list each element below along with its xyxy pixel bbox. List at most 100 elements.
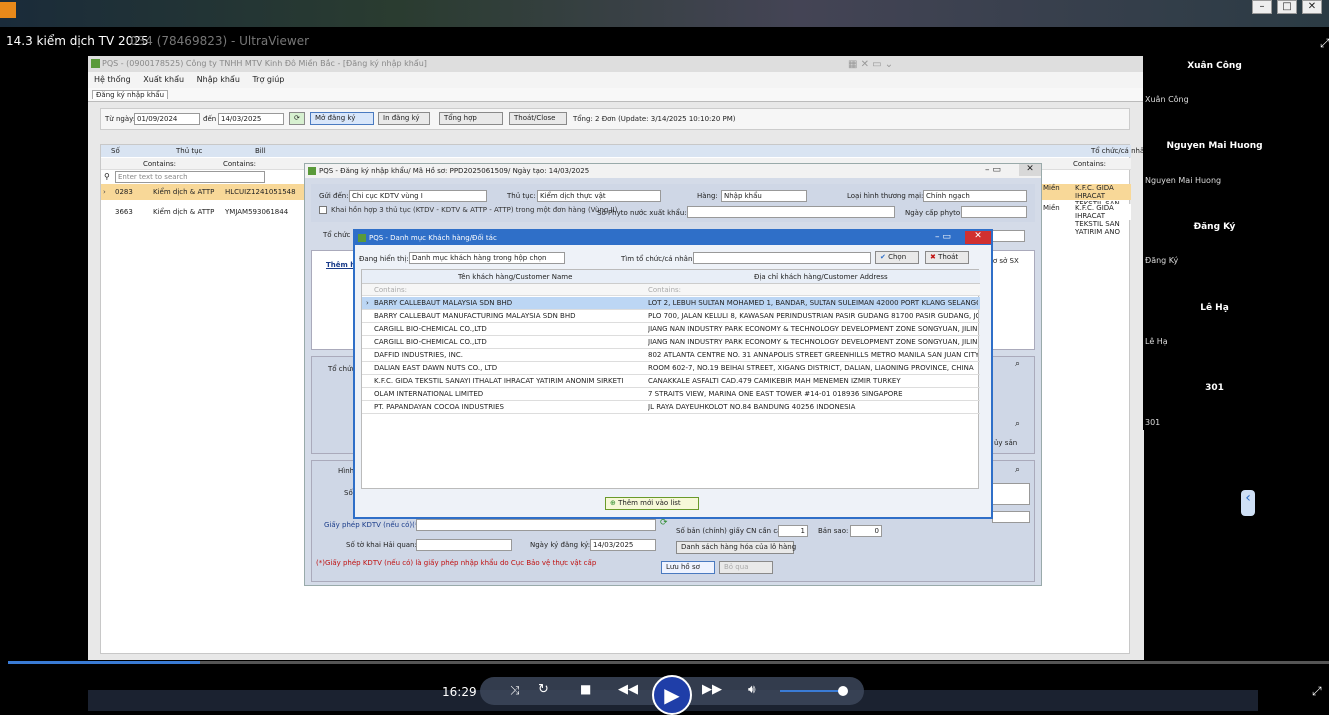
row-pointer-icon: › <box>366 299 369 307</box>
gui-den-select[interactable]: Chi cục KDTV vùng I <box>349 190 487 202</box>
video-title: 14.3 kiểm dịch TV 2025 <box>6 34 149 48</box>
combined-procedure-checkbox[interactable] <box>319 206 327 214</box>
exit-button[interactable]: Thoát/Close <box>509 112 567 125</box>
minimize-icon[interactable]: – <box>1252 0 1272 14</box>
ngay-cap-input[interactable] <box>961 206 1027 218</box>
thoat-button[interactable]: ✖ Thoát <box>925 251 969 264</box>
cell-so: 3663 <box>115 208 133 216</box>
volume-slider[interactable] <box>780 690 846 692</box>
giay-phep-input[interactable] <box>416 519 656 531</box>
cell-so: 0283 <box>115 188 133 196</box>
menu-item-xuat-khau[interactable]: Xuất khẩu <box>143 75 184 84</box>
summary-button[interactable]: Tổng hợp <box>439 112 503 125</box>
ngay-cap-label: Ngày cấp phyto: <box>905 209 963 217</box>
list-item[interactable]: DALIAN EAST DAWN NUTS CO., LTD ROOM 602-7… <box>362 362 980 375</box>
dialog2-window-controls-icon[interactable]: – ▭ <box>935 232 951 242</box>
customer-name: DAFFID INDUSTRIES, INC. <box>374 351 463 359</box>
chon-button[interactable]: ✔ Chọn <box>875 251 919 264</box>
participant-name: Nguyen Mai Huong <box>1166 141 1263 151</box>
expand-icon[interactable]: ⤢ <box>1320 36 1329 51</box>
so-ban-input[interactable]: 1 <box>778 525 808 537</box>
filter-contains-3[interactable]: Contains: <box>1073 160 1106 168</box>
col-header-thu-tuc[interactable]: Thủ tục <box>176 147 202 155</box>
fullscreen-icon[interactable]: ⤢ <box>1312 684 1322 699</box>
dialog-window-controls-icon[interactable]: – ▭ <box>985 165 1001 175</box>
dialog-close-icon[interactable]: ✕ <box>1019 164 1041 176</box>
license-right-input[interactable] <box>992 511 1030 523</box>
list-item[interactable]: › BARRY CALLEBAUT MALAYSIA SDN BHD LOT 2, … <box>362 297 980 310</box>
col-header-to-chuc[interactable]: Tổ chức/cá nhân <box>1091 147 1149 155</box>
customer-address: LOT 2, LEBUH SULTAN MOHAMED 1, BANDAR, S… <box>648 299 978 307</box>
menu-item-tro-giup[interactable]: Trợ giúp <box>252 75 284 84</box>
filter-contains-name[interactable]: Contains: <box>374 286 407 294</box>
to-date-input[interactable]: 14/03/2025 <box>218 113 284 125</box>
menu-item-he-thong[interactable]: Hệ thống <box>94 75 131 84</box>
col-header-so[interactable]: Số <box>111 147 120 155</box>
list-item[interactable]: CARGILL BIO-CHEMICAL CO.,LTD JIANG NAN IN… <box>362 336 980 349</box>
loop-icon[interactable]: ↻ <box>538 682 549 697</box>
binoculars-icon-3[interactable]: ⌕ <box>1015 465 1020 475</box>
add-to-list-button[interactable]: ⊕ Thêm mới vào list <box>605 497 699 510</box>
dang-hien-thi-select[interactable]: Danh mục khách hàng trong hộp chọn <box>409 252 565 264</box>
ngay-ky-input[interactable]: 14/03/2025 <box>590 539 656 551</box>
filter-contains-addr[interactable]: Contains: <box>648 286 681 294</box>
participant-name: 301 <box>1205 383 1224 393</box>
rewind-icon[interactable]: ◀◀ <box>618 682 638 697</box>
volume-icon[interactable]: 🔊︎ <box>748 682 756 697</box>
undo-button[interactable]: Bỏ qua <box>719 561 773 574</box>
window-controls-icon[interactable]: ▦ ✕ ▭ ⌄ <box>848 59 893 70</box>
list-item[interactable]: PT. PAPANDAYAN COCOA INDUSTRIES JL RAYA D… <box>362 401 980 414</box>
thu-tuc-select[interactable]: Kiểm dịch thực vật <box>537 190 661 202</box>
maximize-icon[interactable]: □ <box>1277 0 1297 14</box>
list-item[interactable]: OLAM INTERNATIONAL LIMITED 7 STRAITS VIEW… <box>362 388 980 401</box>
hang-select[interactable]: Nhập khẩu <box>721 190 807 202</box>
print-register-button[interactable]: In đăng ký <box>378 112 430 125</box>
so-to-khai-input[interactable] <box>416 539 512 551</box>
close-icon[interactable]: ✕ <box>1302 0 1322 14</box>
stop-icon[interactable]: ■ <box>580 682 591 696</box>
col-header-name[interactable]: Tên khách hàng/Customer Name <box>458 273 572 281</box>
menu-item-nhap-khau[interactable]: Nhập khẩu <box>197 75 240 84</box>
seek-bar[interactable] <box>8 661 1329 664</box>
participant-name: Lê Hạ <box>1200 303 1229 313</box>
ly-san-label: ủy sản <box>994 439 1018 447</box>
list-item[interactable]: K.F.C. GIDA TEKSTIL SANAYI ITHALAT IHRAC… <box>362 375 980 388</box>
refresh-button[interactable]: ⟳ <box>289 112 305 125</box>
filter-contains[interactable]: Contains: <box>143 160 176 168</box>
shuffle-icon[interactable]: ⤨ <box>510 683 520 698</box>
from-date-input[interactable]: 01/09/2024 <box>134 113 200 125</box>
total-status: Tổng: 2 Đơn (Update: 3/14/2025 10:10:20 … <box>573 115 736 123</box>
list-item[interactable]: DAFFID INDUSTRIES, INC. 802 ATLANTA CENTR… <box>362 349 980 362</box>
so-ban-label: Số bản (chính) giấy CN cần cấp: <box>676 527 789 535</box>
binoculars-icon-2[interactable]: ⌕ <box>1015 419 1020 429</box>
binoculars-icon[interactable]: ⌕ <box>1015 359 1020 369</box>
grid-search-input[interactable]: Enter text to search <box>115 171 265 183</box>
customer-name: DALIAN EAST DAWN NUTS CO., LTD <box>374 364 498 372</box>
tab-dang-ky-nhap-khau[interactable]: Đăng ký nhập khẩu <box>92 90 169 99</box>
ban-sao-input[interactable]: 0 <box>850 525 882 537</box>
to-chuc-input-right[interactable] <box>991 230 1025 242</box>
ds-hang-button[interactable]: Danh sách hàng hóa của lô hàng <box>676 541 796 554</box>
col-header-address[interactable]: Địa chỉ khách hàng/Customer Address <box>754 273 888 281</box>
volume-thumb[interactable] <box>838 686 848 696</box>
play-icon[interactable]: ▶ <box>652 675 692 715</box>
tim-input[interactable] <box>693 252 871 264</box>
refresh-icon-2[interactable]: ⟳ <box>660 518 668 528</box>
phyto-input[interactable] <box>687 206 895 218</box>
customer-name: OLAM INTERNATIONAL LIMITED <box>374 390 484 398</box>
fast-forward-icon[interactable]: ▶▶ <box>702 682 722 697</box>
collapse-panel-icon[interactable]: ‹ <box>1241 490 1255 516</box>
col-header-bill[interactable]: Bill <box>255 147 266 155</box>
list-item[interactable]: BARRY CALLEBAUT MANUFACTURING MALAYSIA S… <box>362 310 980 323</box>
open-register-button[interactable]: Mở đăng ký <box>310 112 374 125</box>
list-item[interactable]: CARGILL BIO-CHEMICAL CO.,LTD JIANG NAN IN… <box>362 323 980 336</box>
filter-contains-2[interactable]: Contains: <box>223 160 256 168</box>
license-textarea[interactable] <box>992 483 1030 505</box>
plus-icon: ⊕ <box>610 499 616 507</box>
loai-hinh-select[interactable]: Chính ngạch <box>923 190 1027 202</box>
dialog2-close-icon[interactable]: ✕ <box>965 231 991 244</box>
time-display: 16:29 <box>442 685 477 699</box>
app-icon <box>91 59 100 68</box>
customer-name: BARRY CALLEBAUT MALAYSIA SDN BHD <box>374 299 513 307</box>
save-button[interactable]: Lưu hồ sơ <box>661 561 715 574</box>
